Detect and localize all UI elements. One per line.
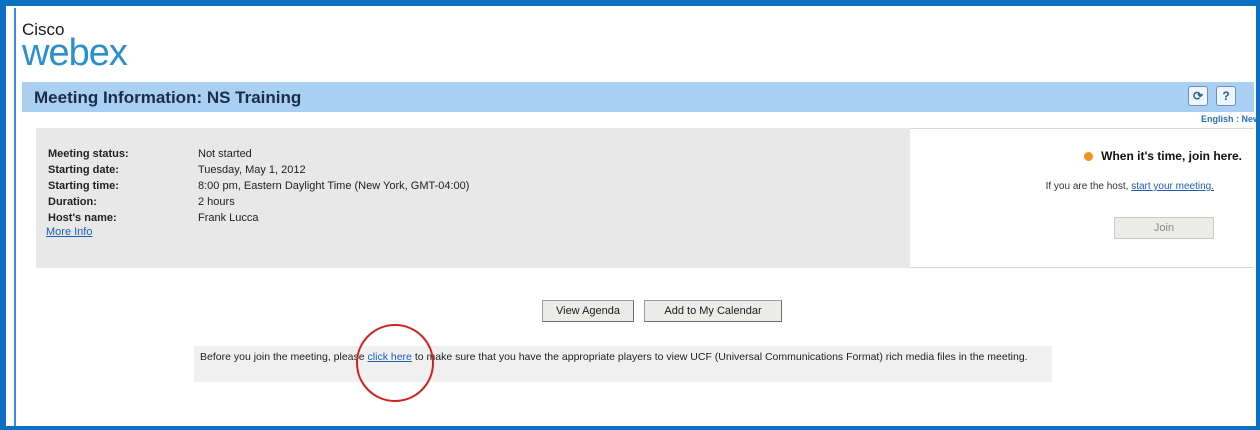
- meeting-info-panel: Meeting status: Not started Starting dat…: [36, 128, 910, 268]
- logo-webex-text: webex: [22, 32, 128, 74]
- host-prefix: If you are the host,: [1045, 181, 1129, 192]
- info-value: Not started: [198, 148, 252, 160]
- view-agenda-button[interactable]: View Agenda: [542, 300, 634, 322]
- info-label: Starting time:: [48, 180, 119, 192]
- info-label: Duration:: [48, 196, 97, 208]
- player-check-notice: Before you join the meeting, please clic…: [194, 346, 1052, 382]
- info-label: Host's name:: [48, 212, 117, 224]
- info-label: Starting date:: [48, 164, 119, 176]
- info-value: 8:00 pm, Eastern Daylight Time (New York…: [198, 180, 470, 192]
- webex-logo: Cisco webex: [22, 21, 128, 74]
- join-button[interactable]: Join: [1114, 217, 1214, 239]
- join-heading-text: When it's time, join here.: [1101, 149, 1242, 163]
- notice-before: Before you join the meeting, please: [200, 351, 365, 363]
- help-icon[interactable]: ?: [1216, 86, 1236, 106]
- more-info-link[interactable]: More Info: [46, 226, 92, 238]
- start-meeting-link[interactable]: start your meeting.: [1131, 181, 1214, 192]
- info-value: Tuesday, May 1, 2012: [198, 164, 306, 176]
- status-dot-icon: [1084, 152, 1094, 162]
- title-bar: Meeting Information: NS Training ⟳ ?: [22, 82, 1254, 112]
- info-value: Frank Lucca: [198, 212, 259, 224]
- page-title: Meeting Information: NS Training: [34, 88, 302, 107]
- host-start-text: If you are the host, start your meeting.: [1046, 181, 1214, 192]
- join-panel: When it's time, join here. If you are th…: [910, 128, 1254, 268]
- refresh-icon[interactable]: ⟳: [1188, 86, 1208, 106]
- info-label: Meeting status:: [48, 148, 129, 160]
- highlight-circle: [356, 324, 434, 402]
- join-heading: When it's time, join here.: [1084, 149, 1242, 163]
- add-to-calendar-button[interactable]: Add to My Calendar: [644, 300, 782, 322]
- notice-after: to make sure that you have the appropria…: [414, 351, 1028, 363]
- info-value: 2 hours: [198, 196, 235, 208]
- language-link[interactable]: English : New: [1201, 114, 1260, 124]
